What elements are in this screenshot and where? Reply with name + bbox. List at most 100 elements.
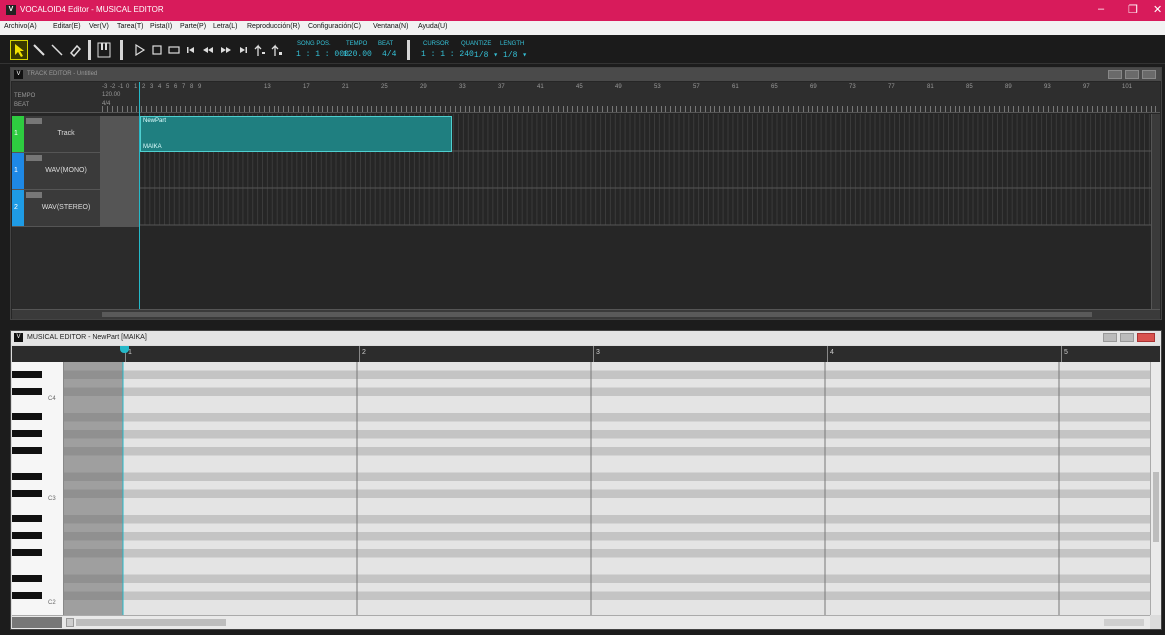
menu-editar[interactable]: Editar(E) bbox=[53, 23, 81, 30]
menu-parte[interactable]: Parte(P) bbox=[180, 23, 206, 30]
play-from-cursor-button[interactable] bbox=[254, 43, 266, 59]
quantize-select[interactable]: 1/8 ▾ bbox=[474, 50, 498, 60]
close-button[interactable]: ✕ bbox=[1153, 3, 1162, 16]
playhead-marker[interactable] bbox=[120, 346, 129, 353]
black-key[interactable] bbox=[12, 388, 42, 395]
rewind-button[interactable] bbox=[202, 45, 214, 57]
zoom-slider[interactable] bbox=[1104, 619, 1144, 626]
ruler-tick bbox=[803, 106, 804, 112]
ruler-tick bbox=[244, 106, 245, 112]
playhead-line[interactable] bbox=[139, 82, 140, 310]
ruler-tick bbox=[597, 106, 598, 112]
loop-button[interactable] bbox=[168, 44, 180, 58]
measure-number: 3 bbox=[596, 349, 600, 356]
arrow-tool-button[interactable] bbox=[10, 40, 28, 60]
musical-horizontal-scrollbar[interactable] bbox=[12, 615, 1150, 629]
menu-configuracion[interactable]: Configuración(C) bbox=[308, 23, 361, 30]
new-part-block[interactable]: NewPart MAIKA bbox=[140, 116, 452, 152]
ruler-tick bbox=[1111, 106, 1112, 112]
pencil-tool-button[interactable] bbox=[32, 43, 46, 59]
track-pre-area bbox=[100, 153, 140, 189]
play-from-marker-button[interactable] bbox=[271, 43, 283, 59]
play-button[interactable] bbox=[134, 43, 146, 58]
ruler-tick bbox=[1102, 106, 1103, 112]
track-header-empty bbox=[12, 227, 140, 310]
black-key[interactable] bbox=[12, 575, 42, 582]
scrollbar-thumb[interactable] bbox=[76, 619, 226, 626]
track-ruler[interactable]: TEMPO BEAT 120.00 4/4 -3 -2 -1 0 1 2 3 4 5 6 7 8 9 13… bbox=[12, 82, 1160, 113]
length-select[interactable]: 1/8 ▾ bbox=[503, 50, 527, 60]
ruler-tick bbox=[401, 106, 402, 112]
black-key[interactable] bbox=[12, 430, 42, 437]
minimize-button[interactable]: – bbox=[1098, 3, 1104, 15]
song-pos-value[interactable]: 1 : 1 : 000 bbox=[296, 50, 349, 59]
black-key[interactable] bbox=[12, 515, 42, 522]
ruler-tick bbox=[989, 106, 990, 112]
fast-forward-button[interactable] bbox=[220, 45, 232, 57]
menu-archivo[interactable]: Archivo(A) bbox=[4, 23, 37, 30]
track-maximize-button[interactable] bbox=[1125, 70, 1139, 79]
ruler-tick bbox=[563, 106, 564, 112]
pencil-tool-icon bbox=[33, 44, 45, 56]
menu-ver[interactable]: Ver(V) bbox=[89, 23, 109, 30]
menu-ventana[interactable]: Ventana(N) bbox=[373, 23, 408, 30]
musical-maximize-button[interactable] bbox=[1120, 333, 1134, 342]
track-row-wav-stereo[interactable]: 2 WAV(STEREO) bbox=[12, 190, 140, 227]
black-key[interactable] bbox=[12, 473, 42, 480]
ruler-number: 2 bbox=[142, 84, 146, 90]
black-key[interactable] bbox=[12, 371, 42, 378]
ruler-tick bbox=[616, 106, 617, 112]
ruler-tick bbox=[342, 106, 343, 112]
menu-letra[interactable]: Letra(L) bbox=[213, 23, 238, 30]
track-close-button[interactable] bbox=[1142, 70, 1156, 79]
track-vertical-scrollbar[interactable] bbox=[1151, 114, 1160, 309]
ruler-tick bbox=[636, 106, 637, 112]
rewind-start-button[interactable] bbox=[186, 45, 196, 57]
measure-ruler[interactable]: 1 2 3 4 5 bbox=[12, 346, 1160, 362]
track-minimize-button[interactable] bbox=[1108, 70, 1122, 79]
ruler-tick bbox=[474, 106, 475, 112]
musical-vertical-scrollbar[interactable] bbox=[1150, 362, 1161, 615]
line-tool-button[interactable] bbox=[50, 43, 64, 59]
black-key[interactable] bbox=[12, 592, 42, 599]
ruler-tick bbox=[553, 106, 554, 112]
scrollbar-thumb[interactable] bbox=[1153, 472, 1159, 542]
scroll-left-arrow[interactable] bbox=[66, 618, 74, 627]
eraser-tool-button[interactable] bbox=[68, 43, 82, 59]
menu-reproduccion[interactable]: Reproducción(R) bbox=[247, 23, 300, 30]
black-key[interactable] bbox=[12, 490, 42, 497]
realtime-input-button[interactable] bbox=[97, 42, 111, 60]
track-row-wav-mono[interactable]: 1 WAV(MONO) bbox=[12, 153, 140, 190]
menu-bar: Archivo(A) Editar(E) Ver(V) Tarea(T) Pis… bbox=[0, 21, 1165, 35]
ruler-tick bbox=[1053, 106, 1054, 112]
ruler-number: 0 bbox=[126, 84, 130, 90]
piano-roll-grid[interactable] bbox=[64, 362, 1150, 615]
ruler-tick bbox=[195, 106, 196, 112]
track-row-1[interactable]: 1 Track bbox=[12, 116, 140, 153]
menu-tarea[interactable]: Tarea(T) bbox=[117, 23, 143, 30]
black-key[interactable] bbox=[12, 447, 42, 454]
arrow-up-icon bbox=[254, 44, 265, 56]
musical-close-button[interactable] bbox=[1137, 333, 1155, 342]
track-name[interactable]: WAV(STEREO) bbox=[24, 190, 108, 226]
menu-pista[interactable]: Pista(I) bbox=[150, 23, 172, 30]
beat-value[interactable]: 4/4 bbox=[382, 50, 396, 59]
tempo-value[interactable]: 120.00 bbox=[343, 50, 372, 59]
vocaloid-logo-icon: V bbox=[6, 5, 16, 15]
track-name[interactable]: Track bbox=[24, 116, 108, 152]
scroll-left-button[interactable] bbox=[12, 617, 62, 628]
scrollbar-thumb[interactable] bbox=[102, 312, 1092, 317]
stop-button[interactable] bbox=[151, 44, 163, 58]
track-name[interactable]: WAV(MONO) bbox=[24, 153, 108, 189]
part-singer: MAIKA bbox=[143, 144, 162, 150]
black-key[interactable] bbox=[12, 532, 42, 539]
piano-keyboard[interactable]: C4 C3 C2 bbox=[12, 362, 64, 615]
menu-ayuda[interactable]: Ayuda(U) bbox=[418, 23, 447, 30]
restore-button[interactable]: ❐ bbox=[1128, 3, 1138, 16]
ruler-tick bbox=[626, 106, 627, 112]
forward-end-button[interactable] bbox=[238, 45, 248, 57]
track-horizontal-scrollbar[interactable] bbox=[12, 309, 1160, 319]
black-key[interactable] bbox=[12, 413, 42, 420]
black-key[interactable] bbox=[12, 549, 42, 556]
musical-minimize-button[interactable] bbox=[1103, 333, 1117, 342]
